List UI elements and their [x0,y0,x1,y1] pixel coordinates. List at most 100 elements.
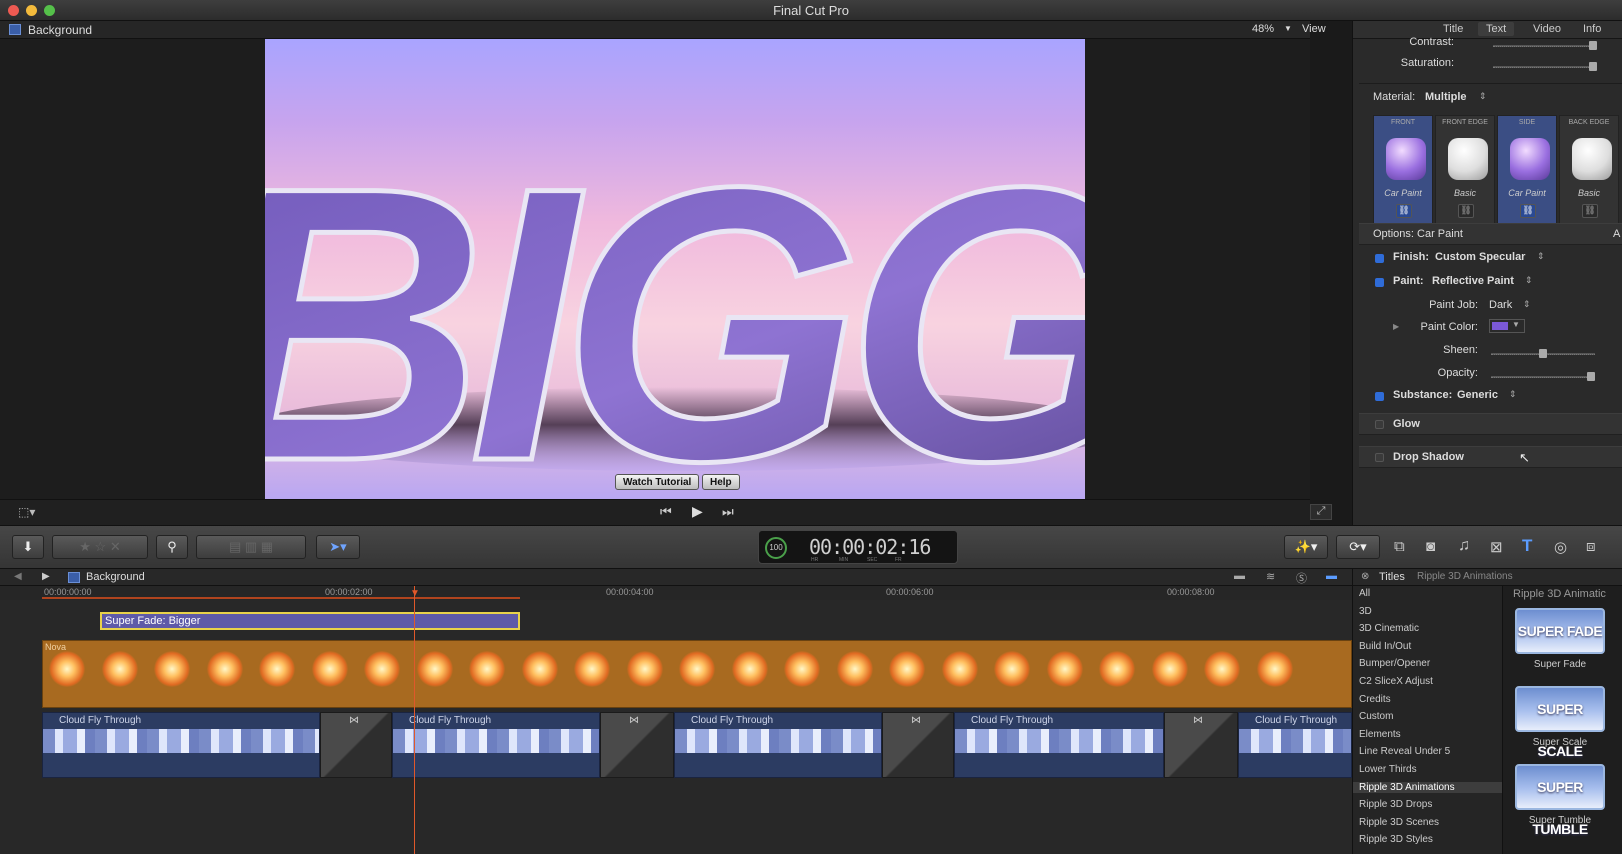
substance-popup[interactable]: Generic [1457,389,1498,401]
tab-text[interactable]: Text [1478,22,1515,36]
cross-dissolve-transition[interactable]: ⋈ [600,712,674,778]
retime-icon[interactable]: ⟳▾ [1336,535,1380,559]
material-front[interactable]: FRONT Car Paint ⛓ [1373,115,1433,225]
category-item[interactable]: Line Reveal Under 5 [1359,746,1450,757]
tab-title[interactable]: Title [1443,23,1463,35]
paint-updown-icon[interactable]: ⇕ [1525,275,1533,286]
cross-dissolve-transition[interactable]: ⋈ [1164,712,1238,778]
zoom-chevron-down-icon[interactable]: ▼ [1284,24,1292,33]
select-tool-icon[interactable]: ➤▾ [316,535,360,559]
cloud-clip[interactable]: Cloud Fly Through [392,712,600,778]
link-icon[interactable]: ⛓ [1582,204,1598,218]
category-item[interactable]: Ripple 3D Scenes [1359,817,1439,828]
cloud-clip[interactable]: Cloud Fly Through [42,712,320,778]
paint-job-updown-icon[interactable]: ⇕ [1523,299,1531,310]
background-tasks-percent[interactable]: 100 [765,537,787,559]
material-back-edge[interactable]: BACK EDGE Basic ⛓ [1559,115,1619,225]
drop-shadow-checkbox[interactable] [1375,453,1384,462]
keyword-icon[interactable]: ⚲ [156,535,188,559]
material-front-edge[interactable]: FRONT EDGE Basic ⛓ [1435,115,1495,225]
category-item[interactable]: 3D [1359,606,1372,617]
paint-job-popup[interactable]: Dark [1489,299,1512,311]
finish-checkbox[interactable] [1375,254,1384,263]
category-item[interactable]: Elements [1359,729,1401,740]
super-fade-thumbnail[interactable]: SUPER FADE [1515,608,1605,654]
audio-skimming-icon[interactable]: ≋ [1266,570,1275,583]
clip-appearance-icon[interactable]: ▬ [1234,570,1245,582]
nova-generator-clip[interactable]: Nova [42,640,1352,708]
viewer-options-icon[interactable]: ⬚▾ [18,505,35,519]
cloud-clip[interactable]: Cloud Fly Through [1238,712,1352,778]
paint-popup[interactable]: Reflective Paint [1432,275,1514,287]
category-item[interactable]: C2 SliceX Adjust [1359,676,1433,687]
substance-checkbox[interactable] [1375,392,1384,401]
previous-edit-icon[interactable]: ⏮ [660,504,672,520]
sheen-slider[interactable] [1491,349,1595,358]
category-item[interactable]: Ripple 3D Styles [1359,834,1433,845]
finish-popup[interactable]: Custom Specular [1435,251,1525,263]
enhancements-icon[interactable]: ✨▾ [1284,535,1328,559]
media-browser-icon[interactable]: ⧉ [1394,538,1405,555]
cloud-clip[interactable]: Cloud Fly Through [954,712,1164,778]
viewer-canvas[interactable]: BIGGE Watch Tutorial Help [265,39,1085,499]
forward-arrow-icon[interactable]: ▶ [42,571,50,582]
super-scale-thumbnail[interactable]: SUPER SCALE [1515,686,1605,759]
glow-checkbox[interactable] [1375,420,1384,429]
category-item[interactable]: 3D Cinematic [1359,623,1419,634]
cross-dissolve-transition[interactable]: ⋈ [320,712,392,778]
saturation-slider[interactable] [1493,62,1597,71]
timeline-ruler[interactable]: 00:00:00:00 00:00:02:00 00:00:04:00 00:0… [0,586,1352,600]
material-side[interactable]: SIDE Car Paint ⛓ [1497,115,1557,225]
category-item[interactable]: Bumper/Opener [1359,658,1430,669]
contrast-slider[interactable] [1493,41,1597,50]
super-tumble-thumbnail[interactable]: SUPER TUMBLE [1515,764,1605,837]
tab-video[interactable]: Video [1533,23,1561,35]
watch-tutorial-button[interactable]: Watch Tutorial [615,474,700,490]
zoom-window-button[interactable] [44,5,55,16]
category-item[interactable]: Credits [1359,694,1391,705]
material-value-popup[interactable]: Multiple [1425,91,1467,103]
photo-browser-icon[interactable]: ◙ [1426,538,1435,555]
close-window-button[interactable] [8,5,19,16]
opacity-slider[interactable] [1491,372,1595,381]
play-icon[interactable]: ▶ [692,503,703,520]
zoom-level-menu[interactable]: 48% [1252,23,1274,35]
generators-browser-icon[interactable]: ◎ [1554,538,1567,556]
back-arrow-icon[interactable]: ◀ [14,571,22,582]
rating-buttons[interactable]: ★ ☆ ✕ [52,535,148,559]
snapping-icon[interactable]: ▬ [1326,570,1337,582]
import-media-icon[interactable]: ⬇ [12,535,44,559]
paint-checkbox[interactable] [1375,278,1384,287]
playhead[interactable] [414,586,415,854]
material-updown-icon[interactable]: ⇕ [1479,91,1487,102]
minimize-window-button[interactable] [26,5,37,16]
fullscreen-icon[interactable]: ⤢ [1310,504,1332,520]
transitions-browser-icon[interactable]: ⊠ [1490,538,1503,556]
link-icon[interactable]: ⛓ [1520,204,1536,218]
edit-buttons[interactable]: ▤ ▥ ▦ [196,535,306,559]
link-icon[interactable]: ⛓ [1458,204,1474,218]
title-clip[interactable]: Super Fade: Bigger [100,612,520,630]
help-button[interactable]: Help [702,474,740,490]
close-browser-icon[interactable]: ⊗ [1361,571,1369,582]
titles-browser-icon[interactable]: T [1522,536,1532,556]
finish-updown-icon[interactable]: ⇕ [1537,251,1545,262]
dashboard-timecode[interactable]: 100 00:00:02:16 HR MIN SEC FR [758,530,958,564]
category-item[interactable]: Custom [1359,711,1393,722]
themes-browser-icon[interactable]: ⧈ [1586,538,1596,555]
cross-dissolve-transition[interactable]: ⋈ [882,712,954,778]
category-item[interactable]: Ripple 3D Animations [1353,781,1503,793]
category-item[interactable]: Ripple 3D Drops [1359,799,1432,810]
category-item[interactable]: All [1359,588,1370,599]
substance-updown-icon[interactable]: ⇕ [1509,389,1517,400]
category-item[interactable]: Lower Thirds [1359,764,1417,775]
music-browser-icon[interactable]: ♫ [1458,537,1470,555]
solo-icon[interactable]: Ⓢ [1296,570,1307,586]
paint-color-well[interactable]: ▼ [1489,319,1525,333]
link-icon[interactable]: ⛓ [1396,204,1412,218]
cloud-clip[interactable]: Cloud Fly Through [674,712,882,778]
tab-info[interactable]: Info [1583,23,1601,35]
view-menu[interactable]: View [1302,23,1326,35]
next-edit-icon[interactable]: ⏭ [722,504,734,520]
category-item[interactable]: Build In/Out [1359,641,1411,652]
